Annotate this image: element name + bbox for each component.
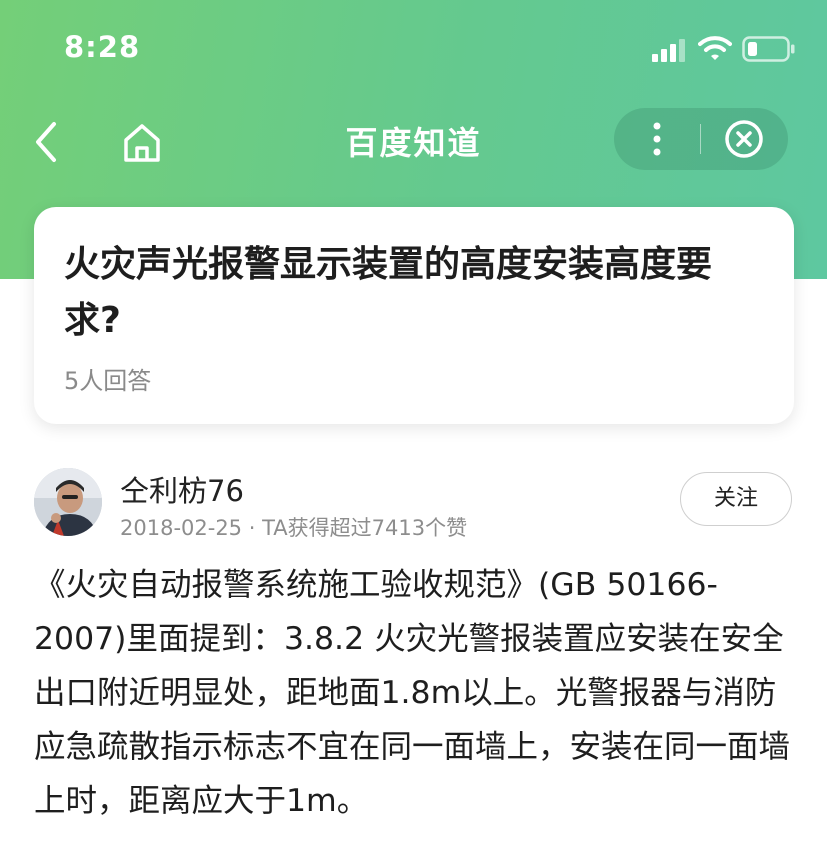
battery-icon [742,36,795,62]
answer-count[interactable]: 5人回答 [64,361,151,396]
avatar[interactable] [34,468,102,536]
author-name[interactable]: 仝利枋76 [120,468,244,510]
question-card: 火灾声光报警显示装置的高度安装高度要求? 5人回答 [34,207,794,424]
mini-program-capsule [614,108,788,170]
close-circle-icon[interactable] [718,114,770,164]
signal-icon [652,38,688,62]
capsule-divider [700,124,701,154]
question-title: 火灾声光报警显示装置的高度安装高度要求? [64,244,713,341]
follow-button[interactable]: 关注 [680,472,792,526]
navigation-bar: 百度知道 [0,100,827,180]
answer-author-row: 仝利枋76 2018-02-25 · TA获得超过7413个赞 关注 [34,468,794,540]
answer-content: 《火灾自动报警系统施工验收规范》(GB 50166-2007)里面提到：3.8.… [34,567,791,819]
more-dots-icon[interactable] [632,114,682,164]
wifi-icon [698,36,732,60]
status-time: 8:28 [64,30,141,64]
answer-meta: 2018-02-25 · TA获得超过7413个赞 [120,516,468,540]
status-bar: 8:28 [0,0,827,96]
